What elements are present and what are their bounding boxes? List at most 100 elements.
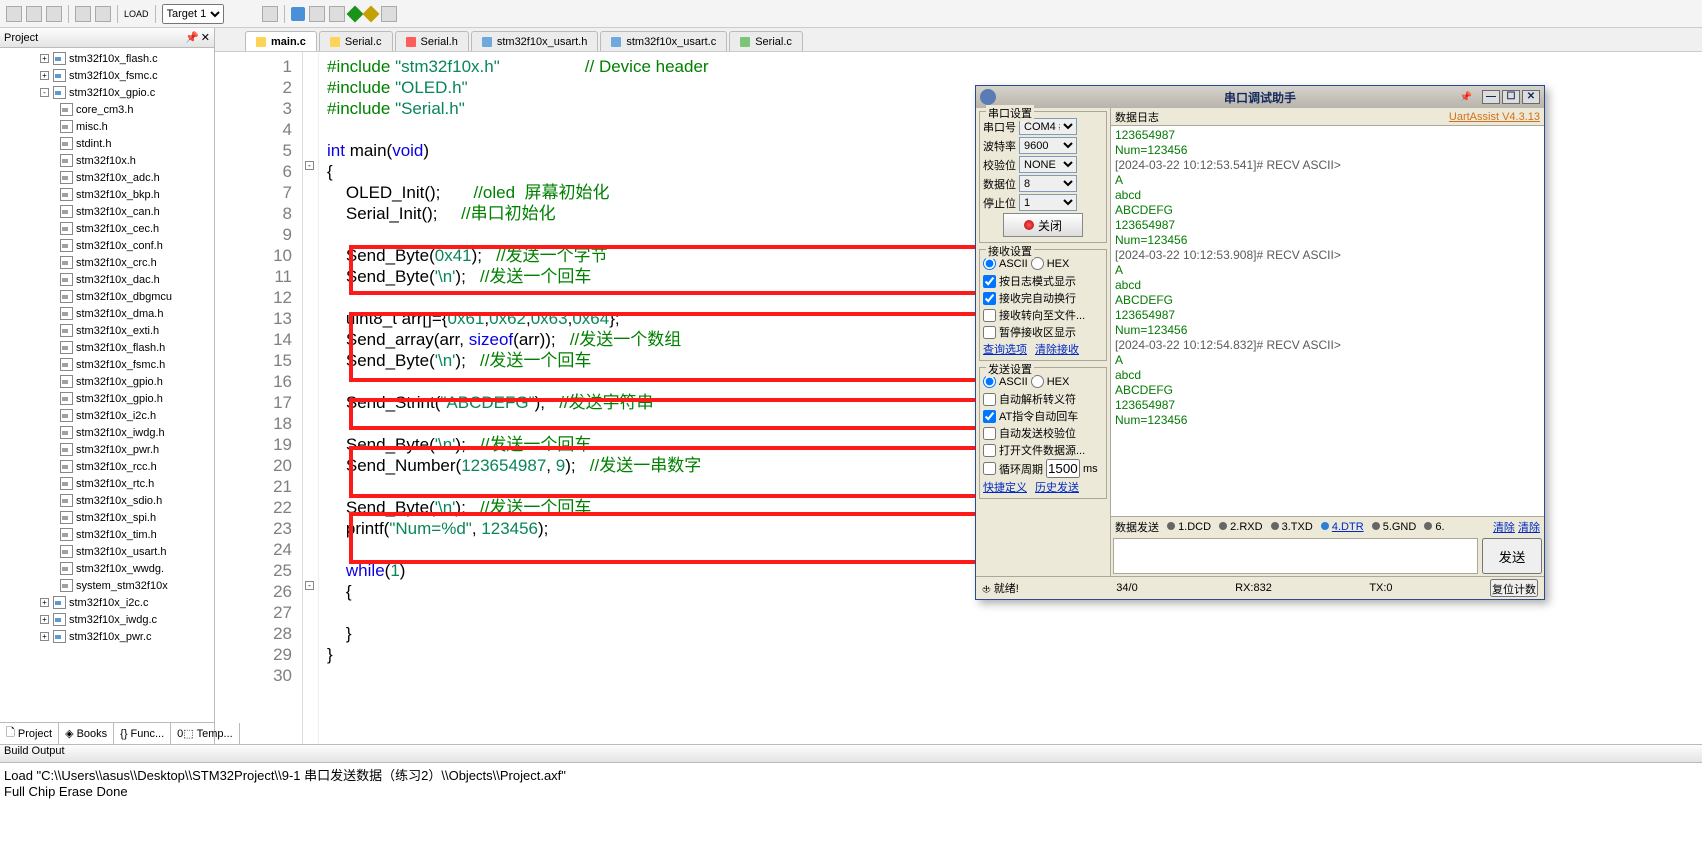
recv-opt[interactable]: 接收完自动换行 bbox=[983, 290, 1103, 306]
tree-item[interactable]: stm32f10x_rtc.h bbox=[0, 475, 214, 492]
recv-opt[interactable]: 按日志模式显示 bbox=[983, 273, 1103, 289]
tree-item[interactable]: stm32f10x_cec.h bbox=[0, 220, 214, 237]
project-tree[interactable]: +stm32f10x_flash.c+stm32f10x_fsmc.c-stm3… bbox=[0, 48, 214, 722]
tree-item[interactable]: +stm32f10x_flash.c bbox=[0, 50, 214, 67]
send-opt[interactable]: 自动解析转义符 bbox=[983, 391, 1103, 407]
clear-link[interactable]: 清除 bbox=[1493, 522, 1515, 534]
tree-item[interactable]: stm32f10x_usart.h bbox=[0, 543, 214, 560]
log-body[interactable]: 123654987Num=123456[2024-03-22 10:12:53.… bbox=[1111, 126, 1544, 516]
tree-item[interactable]: stm32f10x_can.h bbox=[0, 203, 214, 220]
toolbar-icon[interactable] bbox=[26, 6, 42, 22]
tree-item[interactable]: +stm32f10x_iwdg.c bbox=[0, 611, 214, 628]
tree-item[interactable]: stm32f10x_sdio.h bbox=[0, 492, 214, 509]
send-opt[interactable]: 循环周期 ms bbox=[983, 459, 1103, 478]
tree-item[interactable]: stm32f10x_fsmc.h bbox=[0, 356, 214, 373]
tree-item[interactable]: stm32f10x_wwdg. bbox=[0, 560, 214, 577]
tree-item[interactable]: system_stm32f10x bbox=[0, 577, 214, 594]
tree-item[interactable]: stm32f10x_rcc.h bbox=[0, 458, 214, 475]
tree-item[interactable]: stm32f10x_bkp.h bbox=[0, 186, 214, 203]
close-port-button[interactable]: 关闭 bbox=[1003, 213, 1083, 237]
toolbar-icon[interactable] bbox=[291, 7, 305, 21]
editor-tab[interactable]: main.c bbox=[245, 31, 317, 51]
pin-icon[interactable]: 📌 bbox=[185, 31, 199, 44]
tab-books[interactable]: ◈ Books bbox=[59, 723, 114, 744]
close-icon[interactable]: ✕ bbox=[1522, 90, 1540, 104]
uart-titlebar[interactable]: 串口调试助手 📌 — ☐ ✕ bbox=[976, 86, 1544, 108]
send-opt[interactable]: 打开文件数据源... bbox=[983, 442, 1103, 458]
tree-item[interactable]: +stm32f10x_pwr.c bbox=[0, 628, 214, 645]
build-output[interactable]: Load "C:\\Users\\asus\\Desktop\\STM32Pro… bbox=[0, 763, 1702, 803]
fold-icon[interactable]: - bbox=[305, 581, 314, 590]
toolbar-icon[interactable] bbox=[346, 5, 363, 22]
tree-item[interactable]: stm32f10x_iwdg.h bbox=[0, 424, 214, 441]
tree-item[interactable]: stm32f10x_crc.h bbox=[0, 254, 214, 271]
toolbar-icon[interactable] bbox=[329, 6, 345, 22]
stopbits-select[interactable]: 1 bbox=[1019, 194, 1077, 211]
tree-item[interactable]: misc.h bbox=[0, 118, 214, 135]
send-link[interactable]: 快捷定义 bbox=[983, 479, 1027, 495]
tree-item[interactable]: +stm32f10x_fsmc.c bbox=[0, 67, 214, 84]
baud-select[interactable]: 9600 bbox=[1019, 137, 1077, 154]
target-select[interactable]: Target 1 bbox=[162, 4, 224, 24]
tree-item[interactable]: +stm32f10x_i2c.c bbox=[0, 594, 214, 611]
tree-item[interactable]: stm32f10x_dma.h bbox=[0, 305, 214, 322]
tree-item[interactable]: -stm32f10x_gpio.c bbox=[0, 84, 214, 101]
fold-icon[interactable]: - bbox=[305, 161, 314, 170]
tab-functions[interactable]: {} Func... bbox=[114, 723, 171, 744]
clear-link[interactable]: 清除 bbox=[1518, 522, 1540, 534]
maximize-icon[interactable]: ☐ bbox=[1502, 90, 1520, 104]
tree-item[interactable]: stm32f10x_tim.h bbox=[0, 526, 214, 543]
editor-tab[interactable]: stm32f10x_usart.c bbox=[600, 31, 727, 51]
signal-bar: 数据发送 1.DCD 2.RXD 3.TXD 4.DTR 5.GND 6. 清除… bbox=[1111, 516, 1544, 536]
editor-tab[interactable]: Serial.c bbox=[319, 31, 393, 51]
send-opt[interactable]: AT指令自动回车 bbox=[983, 408, 1103, 424]
tree-item[interactable]: stm32f10x_dbgmcu bbox=[0, 288, 214, 305]
tree-item[interactable]: stdint.h bbox=[0, 135, 214, 152]
toolbar-icon[interactable] bbox=[46, 6, 62, 22]
recv-link[interactable]: 清除接收 bbox=[1035, 341, 1079, 357]
reset-count-button[interactable]: 复位计数 bbox=[1490, 579, 1538, 597]
editor-tab[interactable]: Serial.h bbox=[395, 31, 469, 51]
tree-item[interactable]: stm32f10x_gpio.h bbox=[0, 373, 214, 390]
version-link[interactable]: UartAssist V4.3.13 bbox=[1449, 111, 1540, 123]
tree-item[interactable]: stm32f10x_exti.h bbox=[0, 322, 214, 339]
tree-item[interactable]: stm32f10x_pwr.h bbox=[0, 441, 214, 458]
load-icon[interactable]: LOAD bbox=[124, 9, 149, 19]
tree-item[interactable]: stm32f10x_i2c.h bbox=[0, 407, 214, 424]
close-icon[interactable]: ✕ bbox=[201, 31, 210, 44]
toolbar-icon[interactable] bbox=[6, 6, 22, 22]
toolbar-icon[interactable] bbox=[262, 6, 278, 22]
minimize-icon[interactable]: — bbox=[1482, 90, 1500, 104]
recv-opt[interactable]: 暂停接收区显示 bbox=[983, 324, 1103, 340]
toolbar-icon[interactable] bbox=[309, 6, 325, 22]
tree-item[interactable]: core_cm3.h bbox=[0, 101, 214, 118]
toolbar-icon[interactable] bbox=[381, 6, 397, 22]
recv-opt[interactable]: 接收转向至文件... bbox=[983, 307, 1103, 323]
databits-select[interactable]: 8 bbox=[1019, 175, 1077, 192]
tab-project[interactable]: 🗋 Project bbox=[0, 723, 59, 744]
tree-item[interactable]: stm32f10x_conf.h bbox=[0, 237, 214, 254]
toolbar-icon[interactable] bbox=[95, 6, 111, 22]
tree-item[interactable]: stm32f10x_adc.h bbox=[0, 169, 214, 186]
tree-item[interactable]: stm32f10x_flash.h bbox=[0, 339, 214, 356]
tree-item[interactable]: stm32f10x_dac.h bbox=[0, 271, 214, 288]
dtr-link[interactable]: 4.DTR bbox=[1332, 521, 1364, 533]
recv-hex-radio[interactable]: HEX bbox=[1031, 257, 1070, 270]
send-textarea[interactable] bbox=[1113, 538, 1478, 574]
editor-tab[interactable]: Serial.c bbox=[729, 31, 803, 51]
toolbar-icon[interactable] bbox=[362, 5, 379, 22]
send-opt[interactable]: 自动发送校验位 bbox=[983, 425, 1103, 441]
cycle-ms-input[interactable] bbox=[1046, 459, 1080, 478]
pin-icon[interactable]: 📌 bbox=[1460, 92, 1472, 103]
tree-item[interactable]: stm32f10x_spi.h bbox=[0, 509, 214, 526]
tree-item[interactable]: stm32f10x_gpio.h bbox=[0, 390, 214, 407]
send-hex-radio[interactable]: HEX bbox=[1031, 375, 1070, 388]
toolbar-icon[interactable] bbox=[75, 6, 91, 22]
send-button[interactable]: 发送 bbox=[1482, 538, 1542, 574]
editor-tab[interactable]: stm32f10x_usart.h bbox=[471, 31, 599, 51]
send-link[interactable]: 历史发送 bbox=[1035, 479, 1079, 495]
recv-link[interactable]: 查询选项 bbox=[983, 341, 1027, 357]
fold-gutter[interactable]: - - bbox=[303, 52, 319, 744]
parity-select[interactable]: NONE bbox=[1019, 156, 1077, 173]
tree-item[interactable]: stm32f10x.h bbox=[0, 152, 214, 169]
